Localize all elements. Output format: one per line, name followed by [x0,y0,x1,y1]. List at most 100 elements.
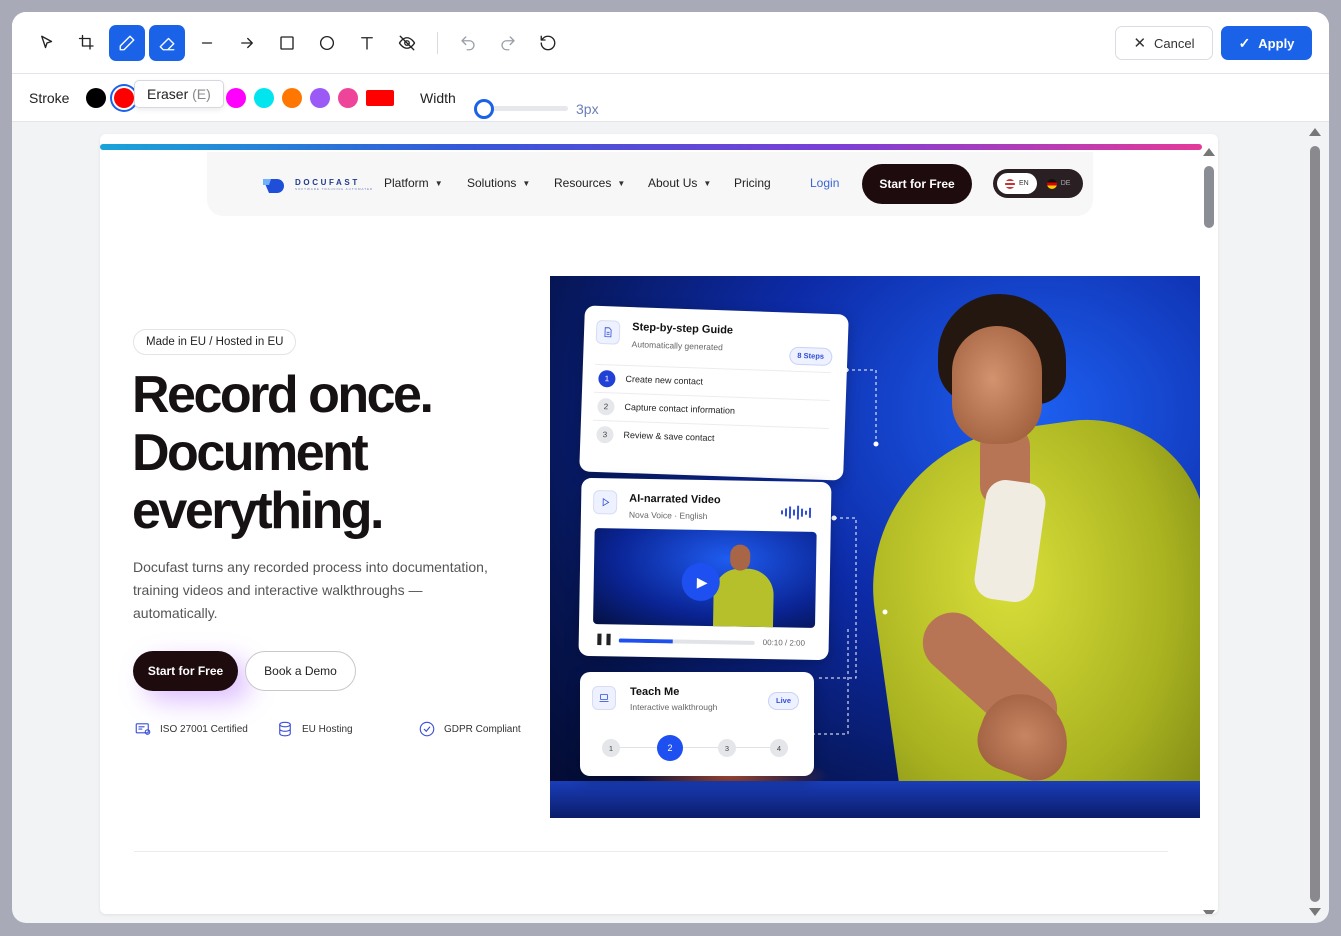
subtext-line: automatically. [133,605,218,621]
pen-icon [119,35,135,51]
nav-label: Pricing [734,176,771,190]
redo-button[interactable] [490,25,526,61]
headline-line: Document [132,424,369,482]
page-gradient-bar [100,144,1202,150]
video-thumbnail[interactable]: ▶ [593,528,817,628]
select-tool-button[interactable] [29,25,65,61]
hero-subtext: Docufast turns any recorded process into… [133,556,513,625]
width-value: 3px [576,101,599,117]
step-label: Create new contact [625,373,704,387]
scroll-up-icon[interactable] [1309,128,1321,136]
check-circle-icon [419,721,435,737]
nav-label: Platform [384,176,429,190]
nav-label: Resources [554,176,612,190]
rectangle-icon [280,36,294,50]
lang-en-label: EN [1019,180,1029,187]
teach-card: Teach Me Interactive walkthrough Live 1 … [580,672,814,776]
rectangle-tool-button[interactable] [269,25,305,61]
step-number: 3 [596,425,614,444]
editor-scrollbar[interactable] [1309,128,1321,918]
scroll-down-icon[interactable] [1309,908,1321,916]
headline-line: everything. [132,482,384,540]
nav-login-link[interactable]: Login [810,176,839,190]
video-progress[interactable] [618,638,755,645]
lang-de-button[interactable]: DE [1039,173,1079,194]
nav-label: About Us [648,176,698,190]
cancel-button[interactable]: ✕ Cancel [1115,26,1213,60]
trust-iso: ISO 27001 Certified [134,720,248,738]
book-demo-button[interactable]: Book a Demo [245,651,356,691]
nav-about-us[interactable]: About Us ▼ [648,176,711,190]
fill-color-swatch[interactable] [366,90,394,106]
color-swatch[interactable] [282,88,302,108]
width-label: Width [420,90,456,106]
nav-solutions[interactable]: Solutions ▼ [467,176,530,190]
ellipse-tool-button[interactable] [309,25,345,61]
nav-start-free-button[interactable]: Start for Free [862,164,972,204]
nav-resources[interactable]: Resources ▼ [554,176,625,190]
hero-start-free-button[interactable]: Start for Free [133,651,238,691]
scroll-down-icon[interactable] [1203,910,1215,914]
line-tool-button[interactable] [189,25,225,61]
reset-icon [540,35,556,51]
trust-label: GDPR Compliant [444,723,521,735]
live-chip: Live [768,692,800,710]
video-subtitle: Nova Voice · English [628,509,708,522]
undo-button[interactable] [450,25,486,61]
text-tool-button[interactable] [349,25,385,61]
waveform-icon [780,505,812,520]
color-swatch[interactable] [254,88,274,108]
laptop-icon [592,686,616,710]
eu-badge: Made in EU / Hosted in EU [133,329,297,355]
site-navbar: DOCUFAST SOFTWARE TRAINING AUTOMATED Pla… [207,152,1093,216]
video-title: AI-narrated Video [629,492,721,507]
hero-image: Step-by-step Guide Automatically generat… [550,276,1200,818]
color-swatch[interactable] [114,88,134,108]
docufast-logo[interactable]: DOCUFAST SOFTWARE TRAINING AUTOMATED [263,175,373,193]
arrow-tool-button[interactable] [229,25,265,61]
thumbnail-face [729,544,751,571]
logo-text: DOCUFAST [295,177,360,187]
pause-icon[interactable]: ❚❚ [595,632,614,645]
us-flag-icon [1005,178,1015,189]
crop-icon [78,34,94,50]
lang-en-button[interactable]: EN [997,173,1037,194]
width-slider-track[interactable] [482,106,568,111]
color-swatch[interactable] [86,88,106,108]
editor-scroll-thumb[interactable] [1310,146,1320,902]
trust-label: EU Hosting [302,723,353,735]
reset-button[interactable] [530,25,566,61]
color-swatch[interactable] [338,88,358,108]
guide-card: Step-by-step Guide Automatically generat… [579,305,849,481]
nav-label: Solutions [467,176,517,190]
eraser-icon [159,37,175,51]
trust-gdpr: GDPR Compliant [418,720,521,738]
pen-tool-button[interactable] [109,25,145,61]
walkthrough-step[interactable]: 3 [718,739,736,757]
apply-button[interactable]: ✓ Apply [1221,26,1312,60]
chevron-down-icon: ▼ [617,178,626,188]
eraser-tool-button[interactable] [149,25,185,61]
color-swatch[interactable] [226,88,246,108]
steps-track [610,747,780,748]
color-swatch[interactable] [310,88,330,108]
cancel-label: Cancel [1154,35,1195,51]
width-slider-thumb[interactable] [474,99,494,119]
nav-platform[interactable]: Platform ▼ [384,176,443,190]
page-scroll-thumb[interactable] [1204,166,1214,228]
crop-tool-button[interactable] [69,25,105,61]
de-flag-icon [1046,178,1057,189]
blur-tool-button[interactable] [389,25,425,61]
scroll-up-icon[interactable] [1203,148,1215,156]
page-scrollbar[interactable] [1203,148,1215,914]
step-label: Capture contact information [624,401,736,416]
thumbnail-person [712,568,775,628]
tooltip-label: Eraser [147,86,189,102]
nav-pricing[interactable]: Pricing [734,176,771,190]
stroke-label: Stroke [29,90,70,106]
walkthrough-step-current[interactable]: 2 [657,735,683,761]
walkthrough-step[interactable]: 1 [602,739,620,757]
chevron-down-icon: ▼ [703,178,712,188]
walkthrough-step[interactable]: 4 [770,739,788,757]
editor-canvas[interactable]: DOCUFAST SOFTWARE TRAINING AUTOMATED Pla… [100,134,1218,914]
